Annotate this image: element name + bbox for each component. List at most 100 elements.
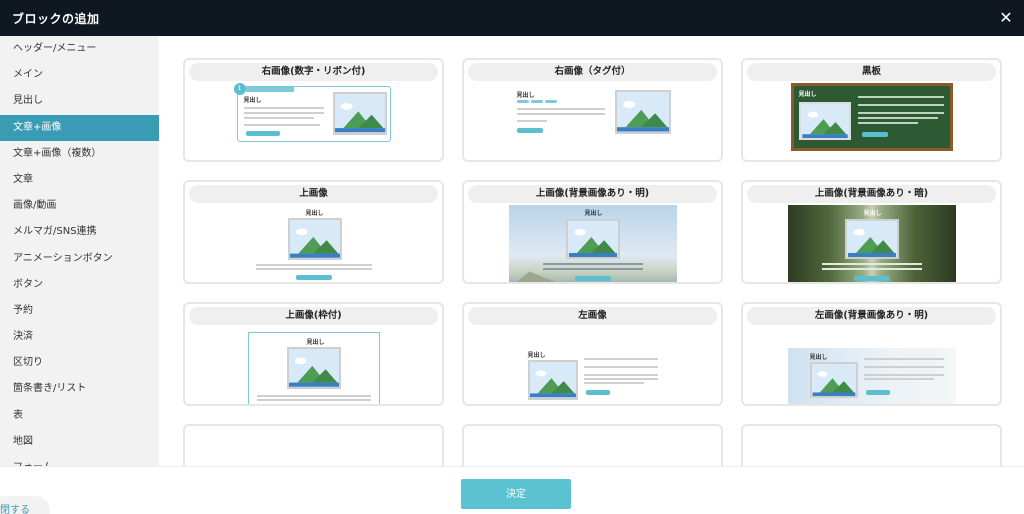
sidebar-item-divider[interactable]: 区切り: [0, 350, 159, 376]
sidebar-item-text-image[interactable]: 文章+画像: [0, 114, 159, 141]
block-card-partial[interactable]: [183, 424, 444, 466]
card-title: 上画像(枠付): [189, 307, 438, 325]
modal-footer: 決定: [0, 466, 1024, 514]
sidebar-item-bullet-list[interactable]: 箇条書き/リスト: [0, 376, 159, 402]
add-block-modal: ブロックの追加 ✕ ヘッダー/メニュー メイン 見出し 文章+画像 文章+画像（…: [0, 0, 1024, 514]
image-placeholder-icon: [798, 102, 851, 140]
modal-header: ブロックの追加 ✕: [0, 0, 1024, 36]
thumb-button: [574, 276, 611, 281]
text-line: [255, 264, 372, 266]
tag-chip: [530, 100, 543, 103]
text-line: [857, 96, 944, 98]
block-card-left-image[interactable]: 左画像 見出し: [462, 302, 723, 406]
text-line: [516, 120, 547, 122]
block-card-top-image-framed[interactable]: 上画像(枠付) 見出し: [183, 302, 444, 406]
image-placeholder-icon: [844, 219, 899, 259]
block-card-top-image-bg-dark[interactable]: 上画像(背景画像あり・暗) 見出し: [741, 180, 1002, 284]
image-placeholder-icon: [565, 219, 620, 259]
decide-button[interactable]: 決定: [461, 479, 571, 509]
sidebar-item-image-video[interactable]: 画像/動画: [0, 193, 159, 219]
thumb-heading: 見出し: [306, 339, 325, 346]
thumb-button: [861, 132, 888, 137]
sidebar-item-form[interactable]: フォーム: [0, 455, 159, 466]
sidebar-item-main[interactable]: メイン: [0, 62, 159, 88]
text-line: [863, 358, 944, 360]
card-thumbnail: 見出し: [525, 350, 660, 404]
block-card-partial[interactable]: [741, 424, 1002, 466]
thumb-heading: 見出し: [527, 352, 546, 359]
sidebar-item-payment[interactable]: 決済: [0, 324, 159, 350]
thumb-heading: 見出し: [584, 210, 603, 217]
card-thumbnail: 見出し: [253, 206, 374, 282]
thumb-heading: 見出し: [243, 97, 262, 104]
block-card-right-image-ribbon[interactable]: 右画像(数字・リボン付) 1 見出し: [183, 58, 444, 162]
image-placeholder-icon: [332, 92, 387, 135]
thumb-button: [865, 390, 890, 395]
card-thumbnail: 見出し: [790, 83, 953, 151]
card-title: 上画像(背景画像あり・暗): [747, 185, 996, 203]
text-line: [583, 366, 658, 368]
thumb-button: [245, 131, 280, 136]
tag-chip: [516, 100, 529, 103]
text-line: [821, 268, 922, 270]
card-thumbnail: 1 見出し: [233, 83, 391, 142]
text-line: [583, 378, 658, 380]
block-card-blackboard[interactable]: 黒板 見出し: [741, 58, 1002, 162]
card-title: 上画像(背景画像あり・明): [468, 185, 717, 203]
text-line: [243, 107, 324, 109]
sidebar-item-animation-button[interactable]: アニメーションボタン: [0, 246, 159, 272]
sidebar-item-map[interactable]: 地図: [0, 429, 159, 455]
text-line: [516, 113, 605, 115]
card-thumbnail: 見出し: [508, 205, 677, 282]
text-line: [542, 263, 643, 265]
text-line: [863, 378, 934, 380]
ribbon-number-badge: 1: [233, 83, 246, 95]
block-gallery: 右画像(数字・リボン付) 1 見出し 右画像（タグ付） 見出し 黒板 見出し 上…: [159, 36, 1024, 466]
thumb-button: [585, 390, 610, 395]
image-placeholder-icon: [614, 90, 671, 134]
image-placeholder-icon: [286, 347, 341, 389]
card-thumbnail: 見出し: [787, 348, 956, 404]
sidebar-item-text-image-multi[interactable]: 文章+画像（複数）: [0, 141, 159, 167]
thumb-heading: 見出し: [809, 354, 828, 361]
tag-chip: [544, 100, 557, 103]
text-line: [516, 108, 605, 110]
block-card-right-image-tag[interactable]: 右画像（タグ付） 見出し: [462, 58, 723, 162]
close-icon[interactable]: ✕: [996, 8, 1016, 28]
card-thumbnail: 見出し: [512, 86, 673, 142]
text-line: [542, 268, 643, 270]
card-thumbnail: 見出し: [787, 205, 956, 282]
text-line: [857, 122, 918, 124]
block-card-top-image-bg-light[interactable]: 上画像(背景画像あり・明) 見出し: [462, 180, 723, 284]
card-thumbnail: 見出し: [247, 332, 380, 404]
sidebar-item-text[interactable]: 文章: [0, 167, 159, 193]
text-line: [857, 117, 938, 119]
text-line: [863, 374, 944, 376]
card-title: 右画像（タグ付）: [468, 63, 717, 81]
block-card-top-image[interactable]: 上画像 見出し: [183, 180, 444, 284]
sidebar-item-table[interactable]: 表: [0, 403, 159, 429]
sidebar-item-button[interactable]: ボタン: [0, 272, 159, 298]
card-title: 上画像: [189, 185, 438, 203]
text-line: [583, 382, 644, 384]
text-line: [256, 395, 371, 397]
image-placeholder-icon: [287, 218, 342, 260]
card-title: 左画像: [468, 307, 717, 325]
thumb-button: [516, 128, 543, 133]
sidebar-item-mailmag-sns[interactable]: メルマガ/SNS連携: [0, 219, 159, 245]
modal-title: ブロックの追加: [12, 11, 100, 26]
image-placeholder-icon: [809, 362, 858, 398]
block-card-partial[interactable]: [462, 424, 723, 466]
text-line: [821, 263, 922, 265]
sidebar-item-heading[interactable]: 見出し: [0, 88, 159, 114]
text-line: [863, 366, 944, 368]
sidebar-item-reservation[interactable]: 予約: [0, 298, 159, 324]
sidebar-item-header-menu[interactable]: ヘッダー/メニュー: [0, 36, 159, 62]
thumb-button: [295, 275, 332, 280]
block-card-left-image-bg-light[interactable]: 左画像(背景画像あり・明) 見出し: [741, 302, 1002, 406]
category-sidebar: ヘッダー/メニュー メイン 見出し 文章+画像 文章+画像（複数） 文章 画像/…: [0, 36, 159, 466]
text-line: [583, 358, 658, 360]
text-line: [243, 112, 324, 114]
close-text-button[interactable]: 閉する: [0, 496, 50, 514]
thumb-heading: 見出し: [305, 210, 324, 217]
